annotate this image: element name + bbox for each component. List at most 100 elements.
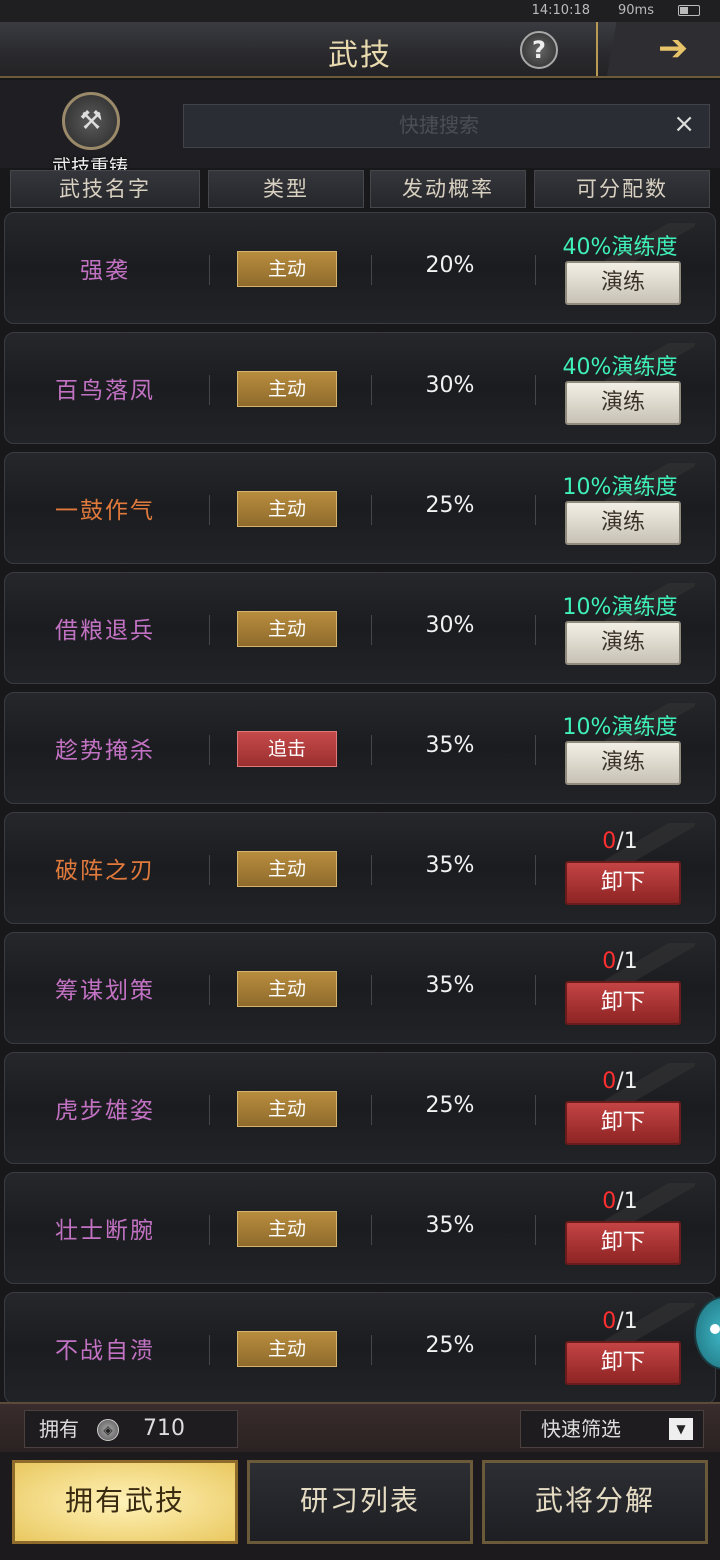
column-divider — [209, 1335, 210, 1365]
skill-trigger-rate: 25% — [425, 1093, 475, 1118]
column-divider — [535, 495, 536, 525]
skill-row[interactable]: 不战自溃 主动 25% 0/1 卸下 — [4, 1292, 716, 1402]
skill-trigger-rate: 30% — [425, 613, 475, 638]
practice-button[interactable]: 演练 — [565, 741, 681, 785]
column-divider — [535, 375, 536, 405]
skill-trigger-rate: 25% — [425, 493, 475, 518]
skill-row[interactable]: 借粮退兵 主动 30% 10%演练度 演练 — [4, 572, 716, 684]
tab-general-decompose[interactable]: 武将分解 — [482, 1460, 708, 1544]
skill-type-badge: 主动 — [237, 851, 337, 887]
practice-progress: 40%演练度 — [562, 355, 678, 380]
column-divider — [535, 1215, 536, 1245]
col-header-name: 武技名字 — [10, 170, 200, 208]
coin-icon: ◈ — [97, 1419, 119, 1441]
practice-button[interactable]: 演练 — [565, 381, 681, 425]
slot-count: 0/1 — [545, 949, 695, 974]
unload-button[interactable]: 卸下 — [565, 1341, 681, 1385]
column-headers: 武技名字 类型 发动概率 可分配数 — [0, 168, 720, 212]
skill-row[interactable]: 一鼓作气 主动 25% 10%演练度 演练 — [4, 452, 716, 564]
slot-total: /1 — [616, 829, 638, 854]
column-divider — [535, 1095, 536, 1125]
practice-button[interactable]: 演练 — [565, 501, 681, 545]
skill-name: 壮士断腕 — [55, 1218, 155, 1244]
owned-counter: 拥有 ◈ 710 — [24, 1410, 238, 1448]
status-time: 14:10:18 — [531, 3, 590, 18]
skill-type-badge: 主动 — [237, 1091, 337, 1127]
skill-type-badge: 主动 — [237, 1211, 337, 1247]
skill-row[interactable]: 趁势掩杀 追击 35% 10%演练度 演练 — [4, 692, 716, 804]
reforge-button[interactable]: ⚒ 武技重铸 — [52, 92, 142, 178]
chevron-down-icon: ▼ — [669, 1418, 693, 1440]
column-divider — [209, 375, 210, 405]
skill-row[interactable]: 破阵之刃 主动 35% 0/1 卸下 — [4, 812, 716, 924]
skill-type-badge: 主动 — [237, 971, 337, 1007]
bottom-bar: 拥有 ◈ 710 快速筛选 ▼ — [0, 1402, 720, 1452]
skill-trigger-rate: 35% — [425, 1213, 475, 1238]
skill-trigger-rate: 35% — [425, 853, 475, 878]
back-button[interactable]: ➔ — [596, 22, 720, 76]
unload-button[interactable]: 卸下 — [565, 1101, 681, 1145]
practice-progress: 10%演练度 — [562, 595, 678, 620]
column-divider — [209, 255, 210, 285]
skill-name: 一鼓作气 — [55, 498, 155, 524]
skill-name: 借粮退兵 — [55, 618, 155, 644]
skill-type-badge: 主动 — [237, 491, 337, 527]
skill-trigger-rate: 35% — [425, 973, 475, 998]
unload-button[interactable]: 卸下 — [565, 981, 681, 1025]
slot-used: 0 — [602, 1189, 617, 1214]
header-bar: 武技 ? ➔ — [0, 22, 720, 78]
practice-progress: 10%演练度 — [562, 715, 678, 740]
column-divider — [535, 615, 536, 645]
slot-total: /1 — [616, 949, 638, 974]
quick-filter-select[interactable]: 快速筛选 ▼ — [520, 1410, 704, 1448]
col-header-allocatable: 可分配数 — [534, 170, 710, 208]
column-divider — [535, 975, 536, 1005]
status-network: 90ms — [618, 3, 654, 18]
tab-study-list[interactable]: 研习列表 — [247, 1460, 473, 1544]
skill-row[interactable]: 壮士断腕 主动 35% 0/1 卸下 — [4, 1172, 716, 1284]
battery-icon — [678, 5, 700, 16]
practice-button[interactable]: 演练 — [565, 261, 681, 305]
skill-row[interactable]: 筹谋划策 主动 35% 0/1 卸下 — [4, 932, 716, 1044]
slot-count: 0/1 — [545, 1189, 695, 1214]
column-divider — [209, 855, 210, 885]
skill-row[interactable]: 百鸟落凤 主动 30% 40%演练度 演练 — [4, 332, 716, 444]
column-divider — [535, 855, 536, 885]
help-button[interactable]: ? — [520, 31, 558, 69]
practice-button[interactable]: 演练 — [565, 621, 681, 665]
status-bar: 14:10:18 90ms — [0, 0, 720, 22]
skill-list[interactable]: 强袭 主动 20% 40%演练度 演练 百鸟落凤 主动 30% 40%演练度 演练 一鼓作气 主动 25… — [0, 212, 720, 1402]
quick-filter-label: 快速筛选 — [541, 1417, 621, 1441]
practice-progress: 10%演练度 — [562, 475, 678, 500]
skill-row[interactable]: 强袭 主动 20% 40%演练度 演练 — [4, 212, 716, 324]
skill-row[interactable]: 虎步雄姿 主动 25% 0/1 卸下 — [4, 1052, 716, 1164]
close-icon[interactable]: × — [673, 109, 695, 139]
skill-type-badge: 主动 — [237, 371, 337, 407]
slot-total: /1 — [616, 1069, 638, 1094]
arrow-right-icon: ➔ — [658, 28, 689, 69]
top-panel: ⚒ 武技重铸 × — [0, 80, 720, 178]
skill-trigger-rate: 30% — [425, 373, 475, 398]
slot-count: 0/1 — [545, 1069, 695, 1094]
skill-type-badge: 主动 — [237, 611, 337, 647]
tab-owned-skills[interactable]: 拥有武技 — [12, 1460, 238, 1544]
skill-type-badge: 主动 — [237, 251, 337, 287]
skill-name: 强袭 — [80, 258, 130, 284]
column-divider — [209, 615, 210, 645]
unload-button[interactable]: 卸下 — [565, 1221, 681, 1265]
tab-bar: 拥有武技 研习列表 武将分解 — [0, 1452, 720, 1560]
skill-name: 筹谋划策 — [55, 978, 155, 1004]
column-divider — [209, 1215, 210, 1245]
skill-trigger-rate: 35% — [425, 733, 475, 758]
column-divider — [209, 495, 210, 525]
column-divider — [209, 735, 210, 765]
search-input[interactable] — [184, 105, 654, 147]
slot-count: 0/1 — [545, 1309, 695, 1334]
column-divider — [535, 735, 536, 765]
skill-name: 百鸟落凤 — [55, 378, 155, 404]
owned-label: 拥有 — [39, 1417, 79, 1441]
search-box: × — [183, 104, 710, 148]
column-divider — [535, 1335, 536, 1365]
unload-button[interactable]: 卸下 — [565, 861, 681, 905]
skill-trigger-rate: 20% — [425, 253, 475, 278]
